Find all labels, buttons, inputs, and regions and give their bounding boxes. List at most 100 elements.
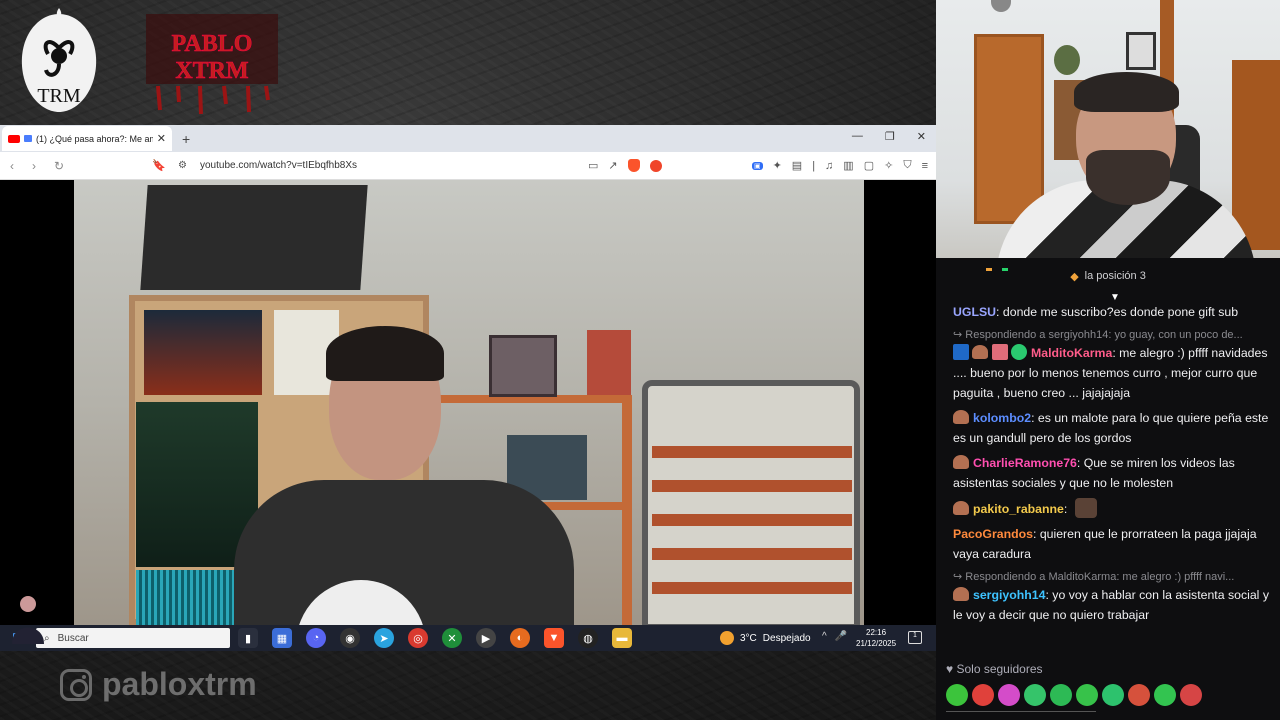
emote-icon xyxy=(1050,684,1072,706)
figure-box xyxy=(587,330,631,395)
brave-icon[interactable]: ▼ xyxy=(544,628,564,648)
separator: : xyxy=(1031,411,1038,425)
emote-icon xyxy=(972,684,994,706)
chat-username[interactable]: sergiyohh14 xyxy=(973,588,1045,602)
firefox-icon[interactable]: ◐ xyxy=(510,628,530,648)
window-controls: — ❐ ✕ xyxy=(852,130,926,143)
user-badge-icon xyxy=(1011,344,1027,360)
plant xyxy=(1054,45,1080,75)
discord-icon[interactable]: ◔ xyxy=(306,628,326,648)
weather-widget[interactable]: 3°C Despejado xyxy=(720,631,811,645)
webcam-feed xyxy=(936,0,1280,258)
header-emotes xyxy=(986,268,1008,271)
system-tray: ^ 🎤 xyxy=(822,631,847,642)
vpn-icon[interactable]: ⛉ xyxy=(903,159,911,172)
leo-ai-icon[interactable]: ✧ xyxy=(884,159,893,172)
recorder-icon[interactable]: ◍ xyxy=(578,628,598,648)
youtube-video-frame[interactable] xyxy=(74,180,864,625)
share-icon[interactable]: ↗ xyxy=(608,159,617,172)
bed-slat xyxy=(652,480,852,492)
chat-username[interactable]: pakito_rabanne xyxy=(973,502,1064,516)
task-view-icon[interactable]: ▮ xyxy=(238,628,258,648)
new-tab-button[interactable]: + xyxy=(182,131,190,147)
bookmark-icon[interactable]: 🔖 xyxy=(152,159,166,172)
chat-message: pakito_rabanne: xyxy=(953,498,1276,519)
file-explorer-icon[interactable]: ▬ xyxy=(612,628,632,648)
taskbar-search[interactable]: ⌕ Buscar xyxy=(36,628,230,648)
reply-context[interactable]: ↪ Respondiendo a sergiyohh14: yo guay, c… xyxy=(953,327,1276,343)
cabinet xyxy=(1232,60,1280,250)
chat-mode: ♥ Solo seguidores xyxy=(946,662,1043,676)
separator: : xyxy=(1032,527,1040,541)
svg-text:TRM: TRM xyxy=(37,85,81,107)
trm-logo: TRM xyxy=(21,8,97,112)
tab-title: (1) ¿Qué pasa ahora?: Me am xyxy=(36,133,153,144)
chat-username[interactable]: PacoGrandos xyxy=(953,527,1033,541)
emote-icon xyxy=(1002,268,1008,271)
reload-icon[interactable]: ↻ xyxy=(54,159,76,173)
user-badge-icon xyxy=(972,345,988,359)
streamer-beard xyxy=(1086,150,1170,205)
extensions-icon[interactable]: ✦ xyxy=(773,159,782,172)
close-tab-icon[interactable]: ✕ xyxy=(157,132,166,145)
crt-tv xyxy=(140,185,368,290)
wallet-icon[interactable]: ▤ xyxy=(792,159,802,172)
emote-icon xyxy=(1154,684,1176,706)
chat-username[interactable]: CharlieRamone76 xyxy=(973,456,1077,470)
telegram-icon[interactable]: ➤ xyxy=(374,628,394,648)
emote-icon xyxy=(1024,684,1046,706)
obs-icon[interactable]: ◉ xyxy=(340,628,360,648)
chrome-icon[interactable]: ◎ xyxy=(408,628,428,648)
bed-slat xyxy=(652,548,852,560)
chevron-up-icon[interactable]: ^ xyxy=(822,631,827,642)
xbox-icon[interactable]: ✕ xyxy=(442,628,462,648)
bed-slat xyxy=(652,582,852,594)
browser-tab-youtube[interactable]: (1) ¿Qué pasa ahora?: Me am ✕ xyxy=(2,126,172,151)
chat-input[interactable] xyxy=(946,711,1096,720)
forward-icon[interactable]: › xyxy=(32,159,54,173)
url-input[interactable]: youtube.com/watch?v=tIEbqfhb8Xs xyxy=(200,160,357,171)
chat-message: CharlieRamone76: Que se miren los videos… xyxy=(953,453,1276,493)
pablo-xtrm-logo: PABLO XTRM xyxy=(146,14,278,115)
microphone-icon[interactable]: 🎤 xyxy=(835,631,847,642)
notifications-icon[interactable]: 1 xyxy=(908,631,922,644)
brave-rewards-icon[interactable] xyxy=(649,159,662,172)
reply-context[interactable]: ↪ Respondiendo a MalditoKarma: me alegro… xyxy=(953,569,1276,585)
chat-message: kolombo2: es un malote para lo que quier… xyxy=(953,408,1276,448)
user-badge-icon xyxy=(953,587,969,601)
music-icon[interactable]: ♫ xyxy=(825,160,833,172)
chat-username[interactable]: UGLSU xyxy=(953,305,996,319)
media-player-icon[interactable]: ▶ xyxy=(476,628,496,648)
movie-poster xyxy=(144,310,262,395)
sidebar-icon[interactable]: ▥ xyxy=(843,159,853,172)
wallet-card-icon[interactable]: ▢ xyxy=(864,159,874,172)
tab-bar: (1) ¿Qué pasa ahora?: Me am ✕ + — ❐ ✕ xyxy=(0,125,936,152)
brave-shields-icon[interactable] xyxy=(627,159,640,172)
site-info-icon[interactable]: ⚙ xyxy=(178,160,187,171)
streamer-avatar-overlay xyxy=(12,596,44,644)
clock-date: 21/12/2025 xyxy=(856,639,897,648)
chat-username[interactable]: kolombo2 xyxy=(973,411,1031,425)
scroll-down-icon[interactable]: ▼ xyxy=(1110,292,1120,303)
door xyxy=(974,34,1044,224)
instagram-icon xyxy=(60,668,92,701)
extension-badge-icon[interactable]: ▣ xyxy=(751,161,763,170)
weather-text: Despejado xyxy=(762,632,811,644)
minimize-button[interactable]: — xyxy=(852,130,863,143)
maximize-button[interactable]: ❐ xyxy=(885,130,895,143)
twitch-chat: ◆ la posición 3 ▼ UGLSU: donde me suscri… xyxy=(936,258,1280,720)
separator: : xyxy=(1076,456,1084,470)
separator: : xyxy=(996,305,1003,319)
chat-message: PacoGrandos: quieren que le prorrateen l… xyxy=(953,524,1276,564)
toolbar-extensions: ▣ ✦ ▤ | ♫ ▥ ▢ ✧ ⛉ ≡ xyxy=(751,159,928,172)
menu-icon[interactable]: ≡ xyxy=(922,160,928,172)
chat-username[interactable]: MalditoKarma xyxy=(1031,346,1112,360)
close-window-button[interactable]: ✕ xyxy=(917,130,926,143)
instagram-text: pabloxtrm xyxy=(102,666,257,702)
emote-icon xyxy=(1180,684,1202,706)
store-icon[interactable]: ▦ xyxy=(272,628,292,648)
back-icon[interactable]: ‹ xyxy=(10,159,32,173)
taskbar-clock[interactable]: 22:16 21/12/2025 xyxy=(856,627,896,649)
cast-icon[interactable]: ▭ xyxy=(588,159,598,172)
chat-header: ◆ la posición 3 ▼ xyxy=(936,258,1280,303)
